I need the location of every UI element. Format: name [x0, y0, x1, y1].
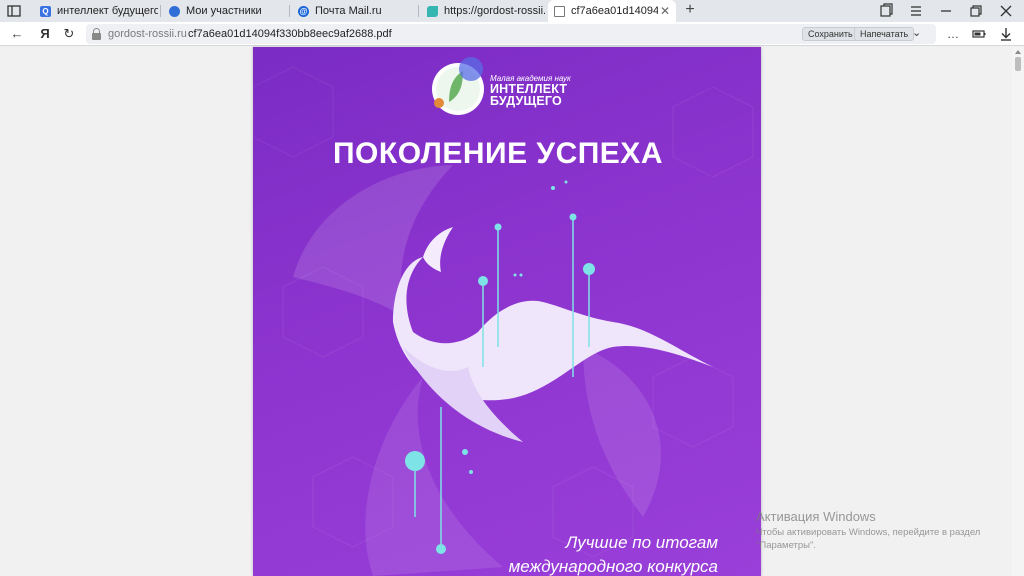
restore-icon[interactable]: [967, 3, 985, 19]
chevron-down-icon[interactable]: ⌄: [912, 26, 921, 39]
tab-gordost[interactable]: https://gordost-rossii.ru: [423, 0, 545, 22]
windows-activation-title: Активация Windows: [756, 509, 876, 524]
tab-search[interactable]: Q интеллект будущего офи: [36, 0, 158, 22]
logo-emblem: [432, 57, 484, 115]
close-window-icon[interactable]: [997, 3, 1015, 19]
close-tab-icon[interactable]: ✕: [660, 4, 670, 18]
leaf-favicon-icon: [427, 5, 438, 17]
logo-title: ИНТЕЛЛЕКТ БУДУЩЕГО: [490, 82, 568, 108]
address-bar: ← Я ↻ gordost-rossii.ru cf7a6ea01d14094f…: [0, 22, 1024, 46]
tab-my-participants[interactable]: Мои участники: [165, 0, 287, 22]
save-button[interactable]: Сохранить: [802, 27, 859, 41]
scroll-up-arrow-icon[interactable]: [1015, 50, 1021, 54]
cover-artwork: [253, 57, 754, 576]
vertical-scrollbar[interactable]: [1012, 47, 1024, 576]
mail-favicon-icon: @: [298, 5, 309, 17]
pdf-page: Малая академия наук ИНТЕЛЛЕКТ БУДУЩЕГО П…: [253, 47, 761, 576]
hamburger-menu-icon[interactable]: [907, 3, 925, 19]
blue-circle-favicon-icon: [169, 5, 180, 17]
bird-crest: [423, 227, 453, 272]
tab-bar: Q интеллект будущего офи Мои участники @…: [0, 0, 1024, 22]
more-menu-icon[interactable]: …: [944, 25, 962, 43]
reload-icon[interactable]: ↻: [60, 25, 78, 43]
new-tab-icon[interactable]: +: [681, 1, 699, 19]
battery-icon[interactable]: [970, 25, 988, 43]
footer-caption-line2: международного конкурса: [508, 557, 718, 576]
tabs-panel-icon[interactable]: [6, 3, 22, 19]
minimize-icon[interactable]: [937, 3, 955, 19]
search-favicon-icon: Q: [40, 5, 51, 17]
windows-activation-text: Чтобы активировать Windows, перейдите в …: [756, 527, 981, 551]
tab-pdf-active[interactable]: cf7a6ea01d14094f330bb ✕: [548, 0, 676, 22]
footer-caption-line1: Лучшие по итогам: [565, 533, 718, 552]
url-field[interactable]: gordost-rossii.ru cf7a6ea01d14094f330bb8…: [86, 24, 936, 44]
pdf-viewer[interactable]: Малая академия наук ИНТЕЛЛЕКТ БУДУЩЕГО П…: [0, 47, 1012, 576]
background-wing-shape: [293, 165, 453, 317]
document-favicon-icon: [554, 5, 565, 17]
lock-icon[interactable]: [92, 28, 101, 40]
back-icon[interactable]: ←: [8, 25, 26, 43]
background-leaf-shape: [583, 347, 661, 517]
scroll-thumb[interactable]: [1015, 57, 1021, 71]
url-domain: gordost-rossii.ru: [108, 28, 187, 40]
download-icon[interactable]: [997, 25, 1015, 43]
page-headline: ПОКОЛЕНИЕ УСПЕХА: [332, 137, 663, 170]
yandex-logo-icon[interactable]: Я: [36, 25, 54, 43]
print-button[interactable]: Напечатать: [854, 27, 915, 41]
tab-mail[interactable]: @ Почта Mail.ru: [294, 0, 416, 22]
collections-icon[interactable]: [877, 3, 895, 19]
url-path: cf7a6ea01d14094f330bb8eec9af2688.pdf: [188, 28, 392, 40]
